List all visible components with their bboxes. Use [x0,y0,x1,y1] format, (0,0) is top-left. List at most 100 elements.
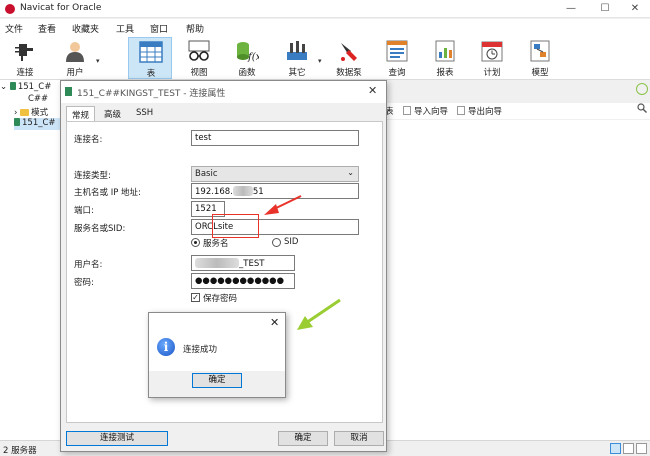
connection-type-select[interactable]: Basic ⌄ [191,166,359,182]
menu-favorites[interactable]: 收藏夹 [72,22,99,35]
import-wizard-button[interactable]: 导入向导 [403,105,448,117]
toolbar-datapump-button[interactable]: 数据泵 [327,37,371,79]
messagebox-body: ✕ i 连接成功 [149,313,285,371]
menu-file[interactable]: 文件 [5,22,23,35]
sid-radio[interactable] [272,238,281,247]
detail-view-button[interactable] [623,443,634,454]
user-icon [66,42,84,62]
query-icon [386,40,408,62]
tree-item-label: C## [28,94,49,104]
close-window-button[interactable]: ✕ [620,1,650,17]
menu-window[interactable]: 窗口 [150,22,168,35]
toolbar-query-label: 查询 [388,68,406,78]
messagebox-ok-button[interactable]: 确定 [192,373,242,388]
expand-chevron-icon[interactable]: ⌄ [0,82,7,92]
toolbar-function-button[interactable]: f(x) 函数 [225,37,269,79]
connection-icon [9,82,16,90]
window-title: Navicat for Oracle [20,3,102,13]
connection-icon [65,87,72,96]
redaction-blur [195,258,239,268]
messagebox-text: 连接成功 [183,345,218,355]
list-view-button[interactable] [610,443,621,454]
service-name-radio-label: 服务名 [203,239,229,249]
port-label: 端口: [74,206,94,216]
toolbar-view-button[interactable]: 视图 [177,37,221,79]
password-label: 密码: [74,278,94,288]
save-password-label: 保存密码 [203,294,238,304]
model-icon [530,40,550,62]
tree-item-connection[interactable]: ⌄ 151_C# [0,82,51,94]
svg-text:f(x): f(x) [247,52,259,62]
password-input[interactable]: ●●●●●●●●●●●● [191,273,295,289]
tools-icon [287,41,307,60]
connection-name-label: 连接名: [74,135,103,145]
toolbar-report-button[interactable]: 报表 [423,37,467,79]
object-list-area [385,120,650,440]
dialog-close-button[interactable]: ✕ [368,84,377,97]
username-label: 用户名: [74,260,103,270]
toolbar-schedule-button[interactable]: 计划 [470,37,514,79]
other-dropdown-arrow-icon[interactable]: ▾ [318,57,322,65]
chevron-down-icon: ⌄ [347,168,354,177]
expand-chevron-icon[interactable]: › [14,108,17,118]
menu-tools[interactable]: 工具 [116,22,134,35]
connection-success-messagebox: ✕ i 连接成功 确定 [148,312,286,398]
toolbar-user-label: 用户 [66,68,84,78]
export-wizard-button[interactable]: 导出向导 [457,105,502,117]
tab-general[interactable]: 常规 [66,106,96,122]
info-icon: i [157,338,175,356]
menu-bar: 文件 查看 收藏夹 工具 窗口 帮助 [0,19,650,35]
ok-button[interactable]: 确定 [278,431,328,446]
dialog-titlebar: 151_C##KINGST_TEST - 连接属性 ✕ [61,81,386,103]
username-suffix: _TEST [239,259,265,269]
toolbar-view-label: 视图 [190,68,208,78]
tree-item-connection-2[interactable]: 151_C# [14,118,62,130]
toolbar-user-button[interactable]: 用户 [53,37,97,79]
tree-item-schemas[interactable]: › 模式 [14,106,48,118]
pump-icon [341,43,357,61]
tab-advanced[interactable]: 高级 [99,106,126,122]
service-name-radio[interactable] [191,238,200,247]
redaction-blur [232,186,253,196]
toolbar-connect-label: 连接 [16,68,34,78]
connection-navigator: ⌄ 151_C# C## › 模式 151_C# [0,80,62,440]
minimize-button[interactable]: — [556,1,586,17]
connection-type-label: 连接类型: [74,171,111,181]
navicat-logo-icon [5,4,15,14]
menu-view[interactable]: 查看 [38,22,56,35]
host-value-prefix: 192.168. [195,187,233,197]
plug-icon [15,44,33,61]
host-label: 主机名或 IP 地址: [74,188,141,198]
host-input[interactable]: 192.168. 51 [191,183,359,199]
menu-help[interactable]: 帮助 [186,22,204,35]
toolbar-query-button[interactable]: 查询 [375,37,419,79]
main-toolbar: 连接 用户 ▾ 表 视图 f(x) 函数 其 [0,35,650,80]
maximize-button[interactable]: ☐ [590,1,620,17]
toolbar-datapump-label: 数据泵 [336,68,362,78]
messagebox-close-button[interactable]: ✕ [270,316,279,329]
er-view-button[interactable] [636,443,647,454]
toolbar-function-label: 函数 [238,68,256,78]
save-password-checkbox[interactable]: ✓ [191,293,200,302]
toolbar-connect-button[interactable]: 连接 [3,37,47,79]
export-wizard-label: 导出向导 [468,107,503,117]
sid-radio-label: SID [284,237,299,247]
cancel-button[interactable]: 取消 [334,431,384,446]
service-label: 服务名或SID: [74,224,126,234]
tab-ssh[interactable]: SSH [131,106,158,122]
tree-item-schema-user[interactable]: C## [28,94,48,106]
search-icon[interactable] [637,103,647,113]
import-icon [403,106,411,115]
toolbar-table-button[interactable]: 表 [128,37,172,79]
window-titlebar: Navicat for Oracle — ☐ ✕ [0,0,650,18]
annotation-highlight-box [212,214,259,238]
username-input[interactable]: _TEST [191,255,295,271]
connection-type-value: Basic [195,169,218,179]
import-wizard-label: 导入向导 [414,107,449,117]
test-connection-button[interactable]: 连接测试 [66,431,168,446]
toolbar-model-button[interactable]: 模型 [518,37,562,79]
user-dropdown-arrow-icon[interactable]: ▾ [96,57,100,65]
connection-name-input[interactable]: test [191,130,359,146]
toolbar-other-button[interactable]: 其它 [275,37,319,79]
refresh-icon[interactable] [636,83,648,95]
